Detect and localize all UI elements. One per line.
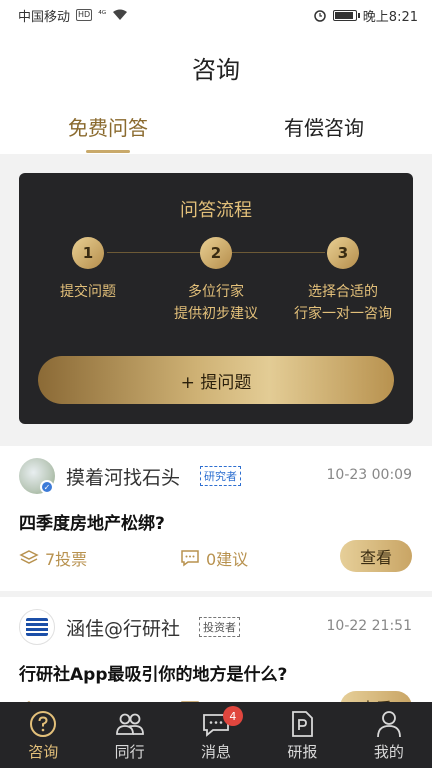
- nav-messages[interactable]: 消息 4: [173, 702, 259, 768]
- step-3-circle: 3: [327, 237, 359, 269]
- tab-paid-consult[interactable]: 有偿咨询: [244, 112, 404, 141]
- signal-icon: ⁴ᴳ: [98, 10, 107, 20]
- advice-count: 0建议: [206, 550, 249, 569]
- role-badge: 投资者: [199, 617, 240, 637]
- username[interactable]: 摸着河找石头: [66, 463, 180, 490]
- battery-icon: [332, 9, 360, 21]
- question-title[interactable]: 四季度房地产松绑?: [19, 509, 165, 534]
- layers-icon: [19, 550, 39, 564]
- nav-label: 咨询: [28, 742, 59, 761]
- nav-reports[interactable]: 研报: [259, 702, 345, 768]
- page-header: 咨询 免费问答 有偿咨询: [0, 30, 432, 154]
- wifi-icon: [113, 9, 128, 20]
- question-title[interactable]: 行研社App最吸引你的地方是什么?: [19, 660, 287, 685]
- username[interactable]: 涵佳@行研社: [66, 614, 180, 641]
- status-left: 中国移动 HD ⁴ᴳ: [18, 6, 128, 25]
- step-3-line1: 选择合适的: [308, 284, 378, 300]
- nav-label: 研报: [287, 742, 318, 761]
- clock-time: 晚上8:21: [362, 9, 418, 25]
- carrier-label: 中国移动: [18, 9, 71, 25]
- votes-count: 7投票: [45, 550, 88, 569]
- step-3-line2: 行家一对一咨询: [294, 306, 392, 322]
- hd-icon: HD: [76, 9, 93, 21]
- step-1-circle: 1: [72, 237, 104, 269]
- view-button[interactable]: 查看: [340, 540, 412, 572]
- role-badge: 研究者: [200, 466, 241, 486]
- nav-consult[interactable]: 咨询: [0, 702, 86, 768]
- report-icon: [292, 710, 314, 737]
- post-time: 10-22 21:51: [326, 618, 412, 634]
- step-2-circle: 2: [200, 237, 232, 269]
- flow-title: 问答流程: [180, 200, 252, 221]
- nav-profile[interactable]: 我的: [346, 702, 432, 768]
- votes-stat: 7投票: [19, 546, 87, 570]
- alarm-icon: [314, 10, 326, 22]
- verified-icon: ✓: [40, 480, 54, 494]
- comment-icon: [181, 550, 199, 567]
- ask-question-button[interactable]: + 提问题: [38, 356, 394, 404]
- post-card[interactable]: ✓ 摸着河找石头 研究者 10-23 00:09 四季度房地产松绑? 7投票 0…: [0, 446, 432, 591]
- page-title: 咨询: [192, 56, 240, 84]
- question-circle-icon: [30, 710, 57, 737]
- post-card[interactable]: 涵佳@行研社 投资者 10-22 21:51 行研社App最吸引你的地方是什么?…: [0, 597, 432, 717]
- step-3-text: 选择合适的 行家一对一咨询: [268, 281, 418, 325]
- active-tab-indicator: [86, 150, 130, 153]
- bottom-nav: 咨询 同行 消息 4 研报 我的: [0, 702, 432, 768]
- advice-stat: 0建议: [180, 546, 248, 570]
- unread-badge: 4: [222, 706, 243, 726]
- qa-flow-card: 问答流程 1 2 3 提交问题 多位行家 提供初步建议 选择合适的 行家一对一咨…: [19, 173, 413, 424]
- profile-icon: [376, 710, 401, 737]
- nav-label: 我的: [373, 742, 404, 761]
- avatar[interactable]: [19, 609, 55, 645]
- peers-icon: [115, 713, 144, 735]
- status-bar: 中国移动 HD ⁴ᴳ 晚上8:21: [0, 0, 432, 30]
- post-time: 10-23 00:09: [326, 467, 412, 483]
- nav-label: 同行: [114, 742, 145, 761]
- tab-free-qa[interactable]: 免费问答: [28, 112, 188, 141]
- nav-peers[interactable]: 同行: [86, 702, 172, 768]
- status-right: 晚上8:21: [313, 6, 418, 25]
- brand-logo-icon: [26, 618, 48, 636]
- nav-label: 消息: [201, 742, 232, 761]
